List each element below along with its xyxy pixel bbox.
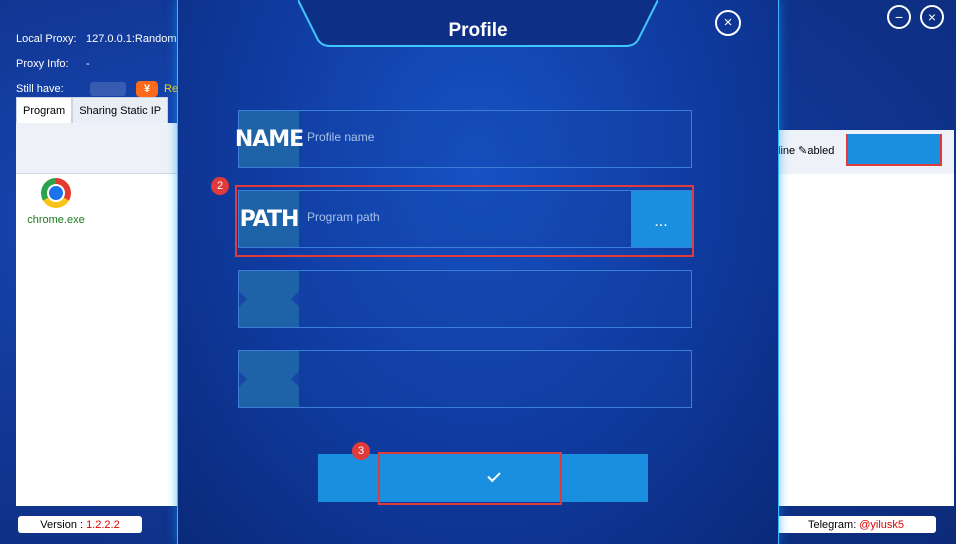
profile-name-input[interactable]: Profile name [307,111,374,167]
proxy-info-label: Proxy Info: [16,57,69,70]
version-value: 1.2.2.2 [86,518,120,531]
close-window-button[interactable]: × [920,5,944,29]
program-tabs: Program Sharing Static IP [16,97,169,124]
tab-sharing-static-ip[interactable]: Sharing Static IP [72,97,169,124]
coin-icon[interactable]: ¥ [136,80,158,97]
local-proxy-label: Local Proxy: [16,32,77,45]
program-toolbar [16,123,178,174]
tab-program[interactable]: Program [16,97,73,124]
local-proxy-value: 127.0.0.1:Random [86,32,177,45]
confirm-button[interactable] [378,452,562,505]
proxy-info-value: - [86,57,90,70]
program-item-label: chrome.exe [27,214,85,226]
profile-name-field[interactable]: NAME Profile name [235,110,692,168]
dialog-title: Profile [448,20,508,41]
profile-field-4[interactable] [238,350,692,408]
proxy-info-row: Proxy Info: - [16,51,178,76]
step3-badge: 3 [352,442,370,460]
still-have-label: Still have: [16,82,64,95]
local-proxy-row: Local Proxy: 127.0.0.1:Random [16,26,178,51]
name-tag: NAME [235,111,304,167]
program-item-chrome[interactable]: chrome.exe [26,178,86,226]
program-list: chrome.exe [16,174,178,506]
close-icon[interactable]: × [715,10,741,36]
recharge-link[interactable]: Re [164,83,178,95]
telegram-link[interactable]: @yilusk5 [859,519,904,531]
enabled-column-header: line ✎abled [778,145,835,157]
balance-value [90,81,126,96]
profile-list [776,174,954,506]
profile-dialog: Profile × NAME Profile name PATH Program… [177,0,779,544]
version-footer: Version : 1.2.2.2 [18,516,142,533]
telegram-footer: Telegram: @yilusk5 [776,516,936,533]
chrome-icon [41,178,71,208]
field-3-tag [239,271,299,327]
minimize-button[interactable]: − [887,5,911,29]
step2-highlight [235,185,694,257]
field-4-tag [239,351,299,407]
profile-field-3[interactable] [238,270,692,328]
telegram-label: Telegram: [807,518,857,531]
step2-badge: 2 [211,177,229,195]
add-profile-button[interactable] [846,134,942,166]
version-label: Version : [40,518,84,531]
proxy-info-panel: Local Proxy: 127.0.0.1:Random Proxy Info… [16,26,178,101]
profile-table-header: line ✎abled [776,130,954,174]
